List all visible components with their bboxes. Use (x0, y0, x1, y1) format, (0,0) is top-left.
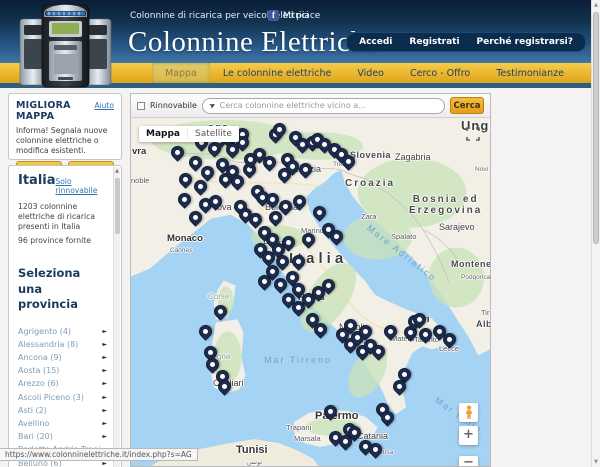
nav-item-cerco-offro[interactable]: Cerco - Offro (397, 63, 483, 83)
improve-map-title: MIGLIORA MAPPA (16, 100, 71, 122)
province-label: Agrigento (4) (18, 326, 72, 336)
province-label: Ancona (9) (18, 353, 62, 363)
auth-button-perch-registrarsi[interactable]: Perché registrarsi? (477, 37, 573, 47)
chevron-right-icon: ► (102, 433, 107, 441)
fullscreen-icon[interactable] (466, 126, 480, 141)
province-list: Agrigento (4) ► Alessandria (8) ► Ancona (9)… (18, 325, 109, 467)
auth-button-accedi[interactable]: Accedi (359, 37, 392, 47)
facebook-like-label: Mi piace (283, 10, 321, 21)
province-link-ascoli-piceno-3[interactable]: Ascoli Piceno (3) ► (18, 390, 109, 403)
province-label: Bari (20) (18, 432, 53, 442)
map-search-bar: Rinnovabile ➤ Cerca (131, 94, 490, 118)
charging-station-logo[interactable] (18, 3, 113, 88)
province-link-ancona-9[interactable]: Ancona (9) ► (18, 351, 109, 364)
country-panel: Italia Solo rinnovabile 1203 colonnine e… (8, 165, 122, 467)
scroll-up-icon[interactable]: ▲ (592, 0, 600, 10)
auth-buttons-bar: Accedi Registrati Perché registrarsi? (346, 32, 586, 52)
renewable-checkbox-label: Rinnovabile (150, 101, 197, 110)
chevron-right-icon: ► (102, 406, 107, 414)
search-pill: ➤ (201, 97, 445, 114)
auth-button-registrati[interactable]: Registrati (409, 37, 459, 47)
map-type-control: Mappa Satellite (139, 126, 239, 142)
province-label: Arezzo (6) (18, 379, 59, 389)
country-title: Italia (18, 173, 56, 188)
help-link[interactable]: Aiuto (95, 101, 115, 110)
province-link-aosta-15[interactable]: Aosta (15) ► (18, 364, 109, 377)
renewable-only-link[interactable]: Solo rinnovabile (56, 177, 109, 195)
nav-item-mappa[interactable]: Mappa (152, 63, 210, 83)
improve-map-description: Informa! Segnala nuove colonnine elettri… (16, 126, 108, 155)
province-link-avellino[interactable]: Avellino ► (18, 417, 109, 430)
map-type-map-button[interactable]: Mappa (139, 129, 187, 139)
scroll-down-icon[interactable]: ▼ (592, 457, 600, 467)
search-input[interactable] (219, 101, 438, 110)
scroll-up-icon[interactable]: ▲ (114, 167, 120, 176)
google-map[interactable]: eravranobleUngheriaSloveniaZagabriaTries… (131, 118, 490, 466)
improve-map-panel: MIGLIORA MAPPA Aiuto Informa! Segnala nu… (8, 93, 122, 176)
scrollbar-thumb[interactable] (115, 178, 120, 234)
chevron-right-icon: ► (102, 340, 107, 348)
send-arrow-icon: ➤ (207, 99, 218, 112)
chevron-right-icon: ► (102, 380, 107, 388)
chevron-right-icon: ► (102, 354, 107, 362)
select-province-title: Seleziona una provincia (18, 266, 81, 312)
province-label: Aosta (15) (18, 366, 60, 376)
chevron-right-icon: ► (102, 393, 107, 401)
chevron-right-icon: ► (102, 419, 107, 427)
pegman-streetview-control[interactable] (459, 403, 478, 422)
search-button[interactable]: Cerca (450, 97, 484, 114)
nav-item-testimonianze[interactable]: Testimonianze (483, 63, 577, 83)
province-link-alessandria-8[interactable]: Alessandria (8) ► (18, 338, 109, 351)
province-label: Ascoli Piceno (3) (18, 392, 84, 402)
zoom-in-button[interactable]: + (459, 426, 478, 445)
page: Colonnine di ricarica per veicoli elettr… (0, 0, 600, 467)
province-label: Avellino (18, 418, 50, 428)
province-label: Asti (2) (18, 405, 47, 415)
chevron-right-icon: ► (102, 367, 107, 375)
provinces-count-text: 96 province fornite (18, 236, 91, 245)
province-link-bari-20[interactable]: Bari (20) ► (18, 430, 109, 443)
province-link-asti-2[interactable]: Asti (2) ► (18, 404, 109, 417)
nav-item-le-colonnine-elettriche[interactable]: Le colonnine elettriche (210, 63, 344, 83)
site-title: Colonnine Elettriche (128, 26, 379, 58)
map-type-satellite-button[interactable]: Satellite (187, 129, 239, 139)
panel-scrollbar[interactable]: ▲ (113, 167, 120, 467)
facebook-like-widget[interactable]: f Mi piace (268, 10, 320, 21)
page-scrollbar-thumb[interactable] (593, 12, 599, 244)
status-url-tooltip: https://www.colonninelettriche.it/index.… (0, 448, 198, 461)
nav-item-video[interactable]: Video (344, 63, 397, 83)
chevron-right-icon: ► (102, 327, 107, 335)
page-scrollbar[interactable]: ▲ ▼ (591, 0, 600, 467)
province-label: Alessandria (8) (18, 339, 79, 349)
facebook-icon: f (268, 10, 279, 21)
map-panel: Rinnovabile ➤ Cerca colonnine elettriche… (130, 93, 491, 467)
province-link-arezzo-6[interactable]: Arezzo (6) ► (18, 377, 109, 390)
province-link-agrigento-4[interactable]: Agrigento (4) ► (18, 325, 109, 338)
renewable-checkbox[interactable] (137, 101, 145, 110)
zoom-out-button[interactable]: − (459, 456, 478, 466)
stations-count-text: 1203 colonnine elettriche di ricarica pr… (18, 202, 96, 231)
